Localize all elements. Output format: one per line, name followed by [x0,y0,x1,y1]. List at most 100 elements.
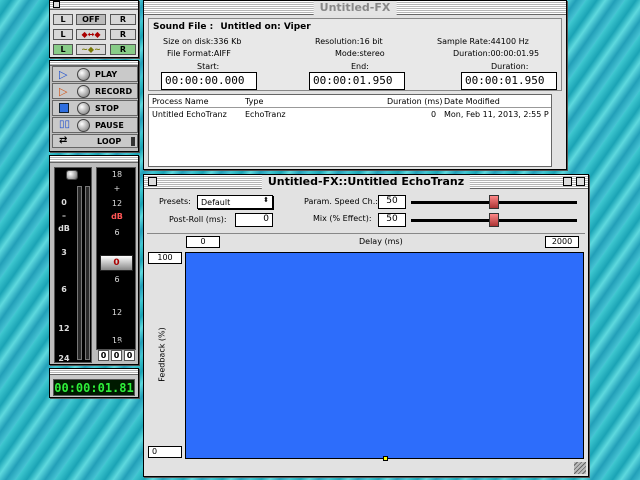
mix-slider[interactable] [489,213,499,227]
play-icon: ▷ [59,68,68,81]
scale-label: + [113,184,121,193]
delay-min-field[interactable]: 0 [186,236,220,248]
postroll-field[interactable]: 0 [235,213,273,227]
echotranz-window: Untitled-FX::Untitled EchoTranz Presets:… [143,174,589,477]
scale-label: 12 [111,199,123,208]
table-row[interactable]: Untitled EchoTranz EchoTranz 0 Mon, Feb … [149,110,551,122]
scale-label: 24 [58,354,70,363]
column-header[interactable]: Process Name [152,97,209,106]
end-label: End: [351,62,369,71]
gain-fader-handle[interactable]: 0 [100,255,133,271]
record-button[interactable]: ▷ RECORD [52,83,138,99]
right-channel-button-3[interactable]: R [110,44,136,55]
plot-marker-icon[interactable] [383,456,388,461]
sound-file-info: Sound File : Untitled on: Viper Size on … [148,18,562,91]
collapse-box[interactable] [576,177,585,186]
scale-label: 12 [58,324,70,333]
delay-axis: 0 Delay (ms) 2000 [147,233,585,248]
resolution: Resolution:16 bit [315,37,383,46]
right-channel-button[interactable]: R [110,14,136,25]
channel-mode: Mode:stereo [335,49,385,58]
sample-rate: Sample Rate:44100 Hz [437,37,529,46]
transport-controls: ▷ PLAY ▷ RECORD STOP ▯▯ PAUSE ⇄ LOOP [49,60,139,152]
close-box[interactable] [148,177,157,186]
popup-arrows-icon: ⬍ [263,196,269,204]
left-channel-button-3[interactable]: L [53,44,73,55]
close-box[interactable] [53,1,60,8]
fx-window: Untitled-FX Sound File : Untitled on: Vi… [143,0,567,170]
pause-icon: ▯▯ [59,119,71,130]
meter-titlebar[interactable] [50,156,138,163]
scale-label: 0 [61,198,67,207]
delay-axis-label: Delay (ms) [359,237,403,246]
stop-knob-icon [77,102,90,115]
loop-icon: ⇄ [59,135,68,146]
file-format: File Format:AIFF [167,49,231,58]
loop-button[interactable]: ⇄ LOOP [52,134,138,148]
stop-icon [59,103,69,113]
stop-button[interactable]: STOP [52,100,138,116]
channel-value-l[interactable]: 0 [98,350,109,361]
duration-label: Duration: [491,62,529,71]
echo-delay-plot[interactable] [185,252,584,461]
transport-titlebar[interactable] [50,1,138,10]
meter-bar-left [77,186,82,360]
channel-value-r[interactable]: 0 [124,350,135,361]
link-arrows-icon[interactable]: ◆↔◆ [76,29,106,40]
right-channel-button-2[interactable]: R [110,29,136,40]
resize-grip-icon[interactable] [574,462,586,474]
duration-field[interactable]: 00:00:01.950 [461,72,557,90]
start-field[interactable]: 00:00:00.000 [161,72,257,90]
play-button[interactable]: ▷ PLAY [52,66,138,82]
param-speed-field[interactable]: 50 [378,195,406,209]
play-knob-icon [77,68,90,81]
scale-label: dB [58,224,70,233]
timecode-titlebar[interactable] [50,369,138,375]
meter-bar-right [85,186,90,360]
column-header[interactable]: Duration (ms) [387,97,443,106]
pause-knob-icon [77,119,90,132]
pause-button[interactable]: ▯▯ PAUSE [52,117,138,133]
output-meter: 0 – dB 3 6 12 24 [54,167,92,363]
scale-label: 18 [111,170,123,179]
left-channel-button[interactable]: L [53,14,73,25]
presets-label: Presets: [159,197,191,206]
zoom-box[interactable] [563,177,572,186]
feedback-max-field[interactable]: 100 [148,252,182,264]
delay-max-field[interactable]: 2000 [545,236,579,248]
record-icon: ▷ [59,85,68,98]
postroll-label: Post-Roll (ms): [169,215,227,224]
waveform-link-icon[interactable]: ~◆~ [76,44,106,55]
column-header[interactable]: Date Modified [444,97,500,106]
meter-palette: 0 – dB 3 6 12 24 18 + 12 dB 6 6 12 18 0 … [49,155,139,365]
size-on-disk: Size on disk:336 Kb [163,37,242,46]
monitor-off-button[interactable]: OFF [76,14,106,25]
column-header[interactable]: Type [245,97,263,106]
file-duration: Duration:00:00:01.95 [453,49,540,58]
scale-label: 12 [111,308,123,317]
channel-value-lr[interactable]: 0 [111,350,122,361]
scale-label: 6 [61,285,67,294]
feedback-axis: 100 Feedback (%) 0 [147,250,183,460]
end-field[interactable]: 00:00:01.950 [309,72,405,90]
table-header: Process Name Type Duration (ms) Date Mod… [149,95,551,108]
echotranz-titlebar[interactable]: Untitled-FX::Untitled EchoTranz [144,175,588,189]
feedback-axis-label: Feedback (%) [157,327,167,382]
feedback-min-field[interactable]: 0 [148,446,182,458]
meter-reset-knob[interactable] [66,170,78,180]
parameter-panel: Presets: Default ⬍ Post-Roll (ms): 0 Par… [147,192,585,230]
scale-label: 6 [114,275,120,284]
mix-label: Mix (% Effect): [313,214,372,223]
left-channel-button-2[interactable]: L [53,29,73,40]
meter-scale-left: 0 – dB 3 6 12 24 [55,182,73,363]
scale-label: – [62,211,66,220]
presets-select[interactable]: Default ⬍ [197,195,273,209]
param-speed-slider[interactable] [489,195,499,209]
timecode-display: 00:00:01.81 [49,368,139,398]
fx-titlebar[interactable]: Untitled-FX [144,1,566,15]
window-title: Untitled-FX::Untitled EchoTranz [261,175,471,189]
mix-field[interactable]: 50 [378,213,406,227]
grip-icon [131,137,135,146]
timecode-readout: 00:00:01.81 [53,379,135,396]
transport-palette: L OFF R L ◆↔◆ R L ~◆~ R [49,0,139,58]
